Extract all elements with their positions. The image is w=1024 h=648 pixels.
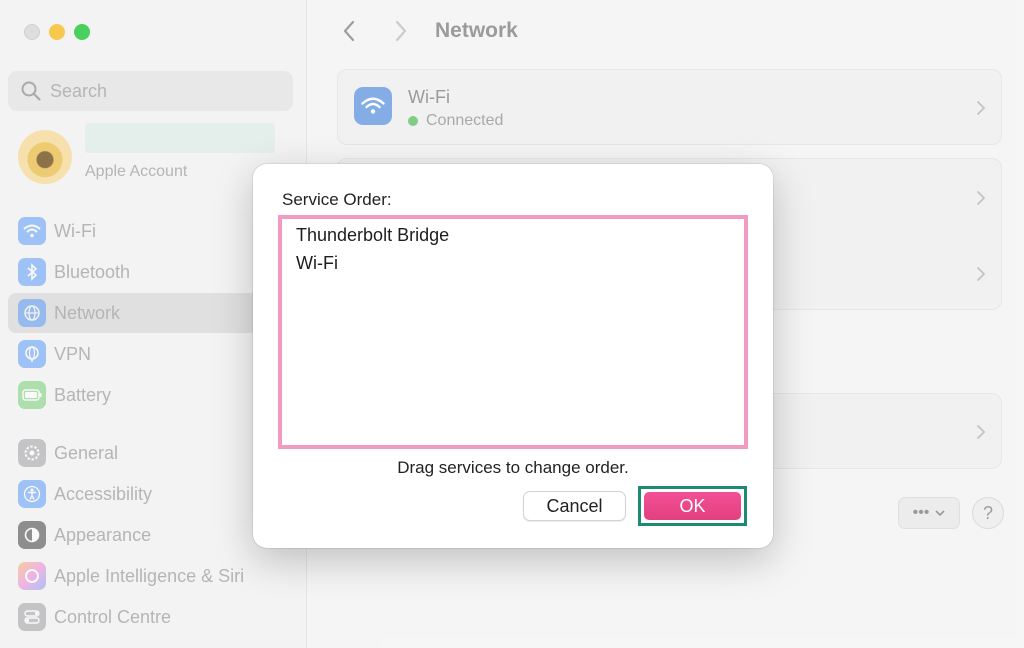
service-item-wifi[interactable]: Wi-Fi — [296, 253, 338, 274]
ok-button[interactable]: OK — [644, 492, 741, 520]
service-order-list[interactable]: Thunderbolt Bridge Wi-Fi — [278, 215, 748, 449]
drag-hint: Drag services to change order. — [397, 458, 629, 477]
dialog-heading: Service Order: — [282, 190, 392, 209]
ok-button-focus-frame: OK — [638, 486, 747, 526]
service-order-dialog: Service Order: Thunderbolt Bridge Wi-Fi … — [253, 164, 773, 548]
cancel-button[interactable]: Cancel — [523, 491, 626, 521]
service-item-thunderbolt-bridge[interactable]: Thunderbolt Bridge — [296, 225, 449, 246]
